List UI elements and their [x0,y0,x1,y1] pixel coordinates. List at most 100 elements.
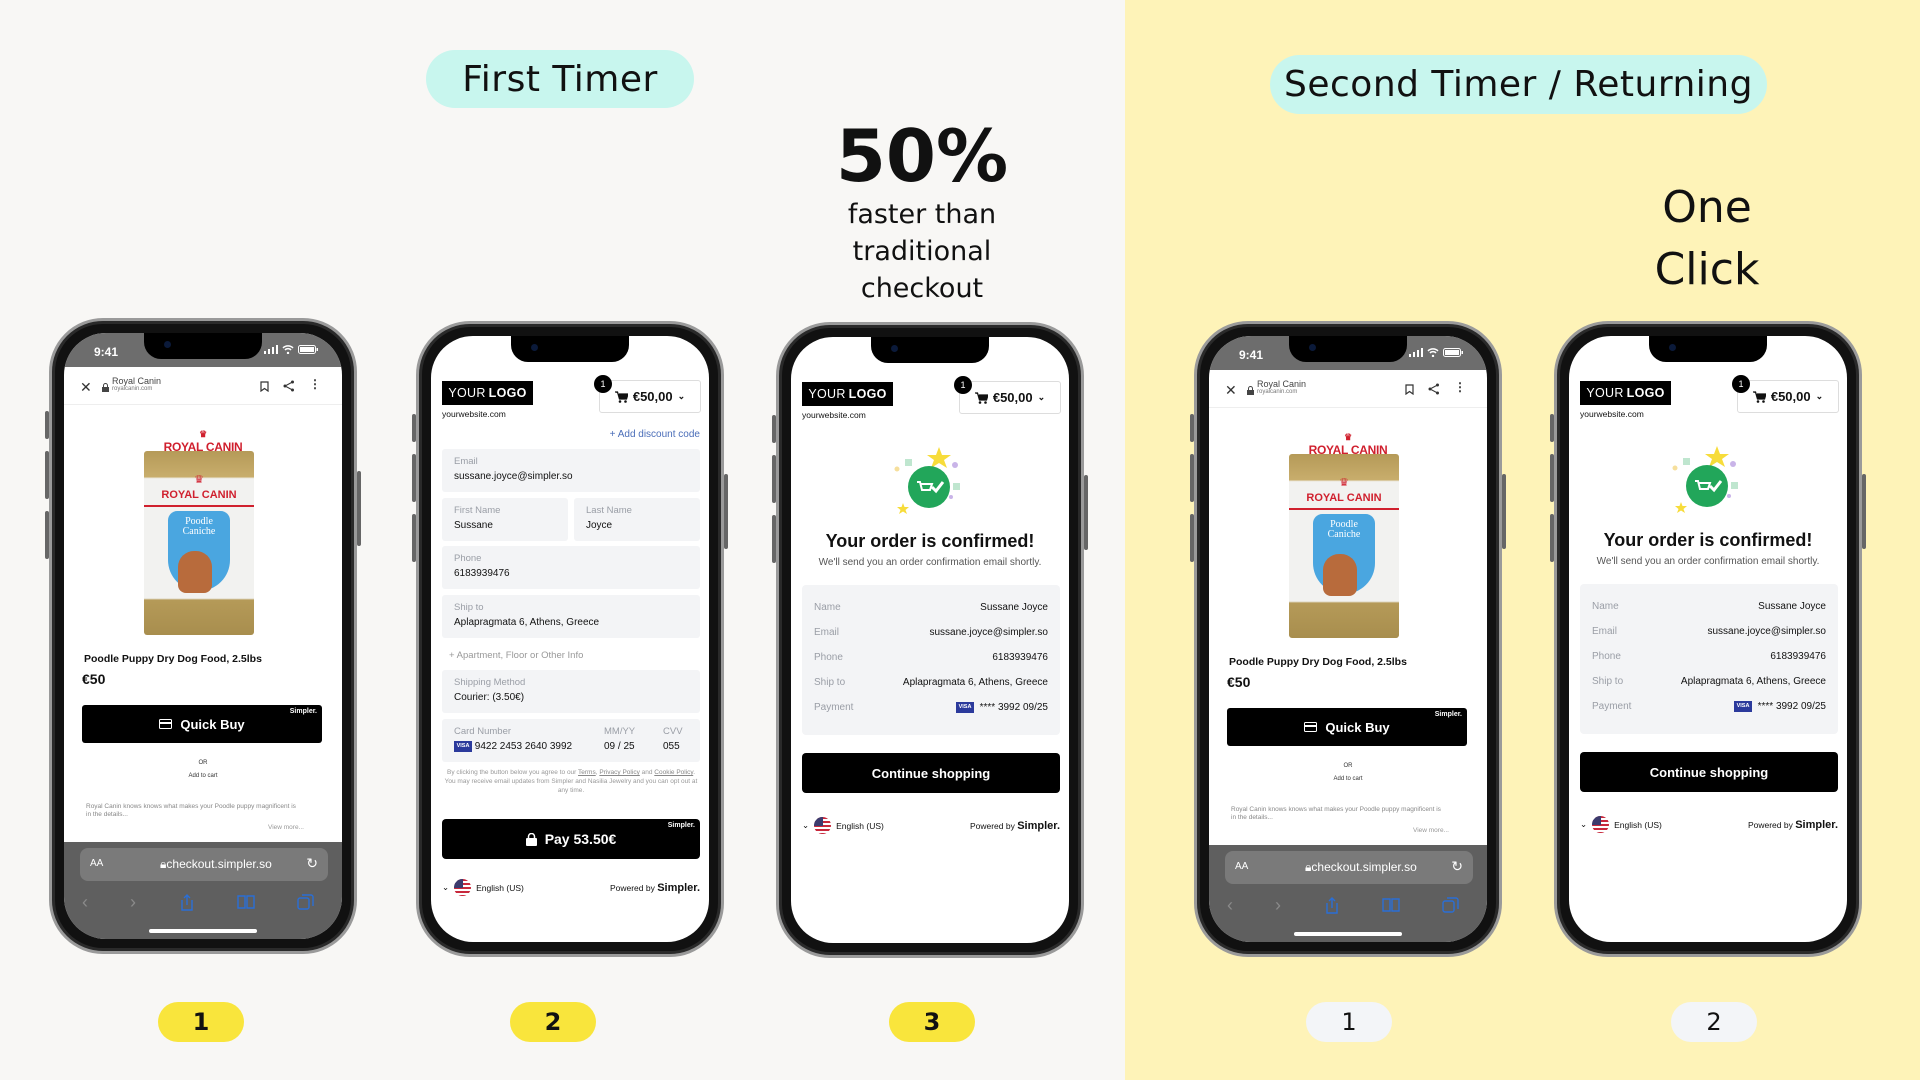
shipping-method-select[interactable]: Shipping Method Courier: (3.50€) [442,670,700,713]
side-button [772,455,776,503]
continue-shopping-button[interactable]: Continue shopping [1580,752,1838,792]
simpler-mark: Simpler. [667,822,695,829]
side-button [1550,514,1554,562]
phone-first-step-3: YOUR LOGO yourwebsite.com 1 €50,00 ⌄ Your… [772,322,1088,958]
side-button [1190,414,1194,442]
summary-row: Email sussane.joyce@simpler.so [814,627,1048,638]
email-field[interactable]: Email sussane.joyce@simpler.so [442,449,700,492]
view-more-link[interactable]: View more... [1413,827,1449,834]
continue-shopping-button[interactable]: Continue shopping [802,753,1060,793]
bookmark-icon[interactable] [260,381,269,392]
phone-screen: YOUR LOGO yourwebsite.com 1 €50,00 ⌄ Your… [1569,336,1847,942]
or-divider: OR [198,760,208,766]
chevron-down-icon: ⌄ [1580,819,1588,829]
us-flag-icon [814,817,832,834]
quick-buy-button[interactable]: Quick Buy Simpler. [1227,708,1467,746]
address-bar[interactable]: AA 🔒︎checkout.simpler.so ↻ [1225,851,1473,884]
product-title: Poodle Puppy Dry Dog Food, 2.5lbs [84,653,262,665]
language-selector[interactable]: ⌄ English (US) [1580,816,1662,833]
text-size-button[interactable]: AA [90,858,103,869]
share-icon[interactable] [1428,383,1440,395]
or-divider: OR [1343,763,1353,769]
cart-summary-dropdown[interactable]: 1 €50,00 ⌄ [954,376,1061,414]
speed-value: 50% [835,114,1009,198]
cart-icon [974,391,988,404]
power-button [357,471,361,546]
checkout-footer: ⌄ English (US) Powered by Simpler. [802,817,1060,834]
add-to-cart-link[interactable]: Add to cart [64,773,342,779]
bookmark-icon[interactable] [1405,384,1414,395]
share-icon[interactable] [179,894,195,911]
signal-icon [1409,348,1423,357]
browser-header: ✕ Royal Canin royalcanin.com ⋮ [64,373,342,405]
back-icon[interactable]: ‹ [1227,895,1233,916]
more-menu-icon[interactable]: ⋮ [309,377,321,391]
phone-first-step-2: YOUR LOGO yourwebsite.com 1 €50,00 ⌄ + Ad… [412,321,728,957]
reload-icon[interactable]: ↻ [1451,858,1463,875]
tabs-icon[interactable] [297,894,314,910]
status-icons [1409,348,1463,357]
confirmation-subtitle: We'll send you an order confirmation ema… [818,557,1042,568]
summary-row: Name Sussane Joyce [814,602,1048,613]
forward-icon[interactable]: › [130,892,136,913]
back-icon[interactable]: ‹ [82,892,88,913]
add-to-cart-link[interactable]: Add to cart [1209,776,1487,782]
pay-button[interactable]: Pay 53.50€ Simpler. [442,819,700,859]
language-selector[interactable]: ⌄ English (US) [802,817,884,834]
tabs-icon[interactable] [1442,897,1459,913]
reload-icon[interactable]: ↻ [306,855,318,872]
card-field[interactable]: Card Number MM/YY CVV VISA 9422 2453 2640 … [442,719,700,762]
last-name-field[interactable]: Last Name Joyce [574,498,700,541]
add-apartment-link[interactable]: + Apartment, Floor or Other Info [449,650,583,661]
summary-row: Payment VISA **** 3992 09/25 [1592,700,1826,713]
forward-icon[interactable]: › [1275,895,1281,916]
close-icon[interactable]: ✕ [80,379,92,396]
side-button [45,411,49,439]
close-icon[interactable]: ✕ [1225,382,1237,399]
site-url: royalcanin.com [1257,389,1298,395]
bookmarks-icon[interactable] [1382,898,1400,912]
summary-row: Name Sussane Joyce [1592,601,1826,612]
checkout-footer: ⌄ English (US) Powered by Simpler. [442,879,700,896]
first-name-field[interactable]: First Name Sussane [442,498,568,541]
cookie-link[interactable]: Cookie Policy [654,769,693,776]
cart-summary-dropdown[interactable]: 1 €50,00 ⌄ [1732,375,1839,413]
quick-buy-button[interactable]: Quick Buy Simpler. [82,705,322,743]
cart-summary-dropdown[interactable]: 1 €50,00 ⌄ [594,375,701,413]
bookmarks-icon[interactable] [237,895,255,909]
phone-field[interactable]: Phone 6183939476 [442,546,700,589]
text-size-button[interactable]: AA [1235,861,1248,872]
side-button [772,515,776,563]
product-description: Royal Canin knows knows what makes your … [1231,806,1441,821]
visa-icon: VISA [1734,700,1753,712]
add-discount-link[interactable]: + Add discount code [610,429,700,440]
summary-row: Ship to Aplapragmata 6, Athens, Greece [1592,676,1826,687]
address-bar[interactable]: AA 🔒︎checkout.simpler.so ↻ [80,848,328,881]
share-icon[interactable] [1324,897,1340,914]
terms-link[interactable]: Terms [578,769,596,776]
merchant-logo: YOUR LOGO [1580,381,1671,405]
merchant-website: yourwebsite.com [442,409,506,419]
view-more-link[interactable]: View more... [268,824,304,831]
cart-icon [614,390,628,403]
address-bar-url: 🔒︎checkout.simpler.so [1305,860,1417,874]
language-selector[interactable]: ⌄ English (US) [442,879,524,896]
more-menu-icon[interactable]: ⋮ [1454,380,1466,394]
lock-icon [525,832,537,846]
share-icon[interactable] [283,380,295,392]
wifi-icon [1427,348,1439,357]
summary-row: Ship to Aplapragmata 6, Athens, Greece [814,677,1048,688]
order-summary: Name Sussane Joyce Email sussane.joyce@sim… [802,585,1060,735]
privacy-link[interactable]: Privacy Policy [599,769,639,776]
order-success-icon [894,447,960,514]
step-badge: 1 [158,1002,244,1042]
step-badge: 1 [1306,1002,1392,1042]
chevron-down-icon: ⌄ [1815,391,1824,401]
power-button [1084,475,1088,550]
notch [1289,336,1407,362]
ship-to-field[interactable]: Ship to Aplapragmata 6, Athens, Greece [442,595,700,638]
notch [511,336,629,362]
order-success-icon [1672,446,1738,513]
confirmation-title: Your order is confirmed! [1603,530,1813,550]
wifi-icon [282,345,294,354]
